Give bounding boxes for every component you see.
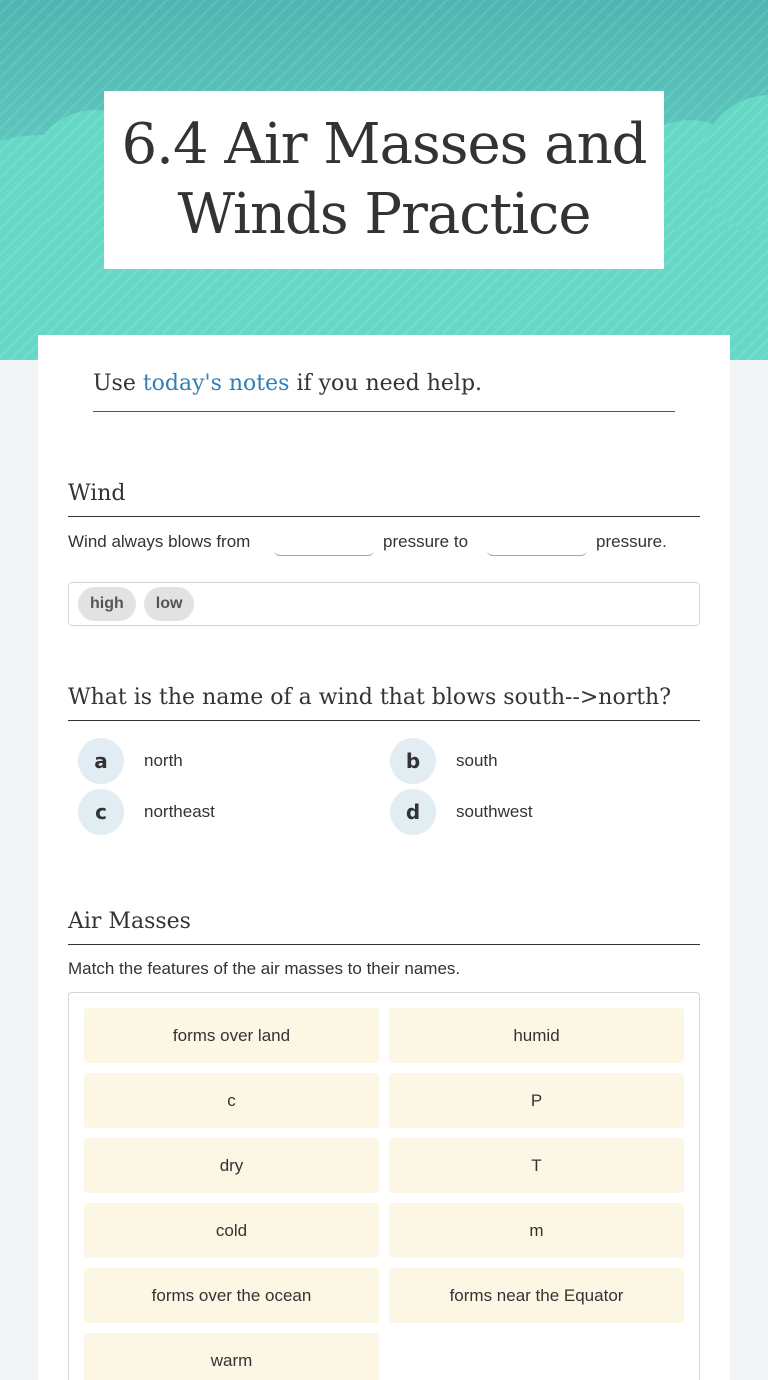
blank-input-2[interactable]	[487, 532, 587, 556]
help-instruction: Use today's notes if you need help.	[93, 371, 675, 412]
air-masses-instruction: Match the features of the air masses to …	[68, 959, 461, 978]
match-card[interactable]: c	[84, 1073, 379, 1128]
option-label: northeast	[144, 802, 215, 821]
notes-link[interactable]: today's notes	[143, 371, 290, 396]
match-card[interactable]: forms over the ocean	[84, 1268, 379, 1323]
option-label: north	[144, 751, 183, 770]
option-d[interactable]: d southwest	[390, 789, 533, 835]
option-letter-badge: b	[390, 738, 436, 784]
air-masses-section-title: Air Masses	[68, 909, 700, 945]
option-letter-badge: c	[78, 789, 124, 835]
page-title: 6.4 Air Masses and Winds Practice	[121, 112, 648, 247]
question-title: What is the name of a wind that blows so…	[68, 685, 700, 721]
option-label: southwest	[456, 802, 533, 821]
match-card[interactable]: forms over land	[84, 1008, 379, 1063]
wind-section-title: Wind	[68, 481, 700, 517]
option-letter-badge: a	[78, 738, 124, 784]
instruction-prefix: Use	[93, 371, 143, 396]
wind-sentence-part3: pressure.	[596, 532, 667, 551]
wind-sentence-part2: pressure to	[383, 532, 469, 551]
worksheet: Use today's notes if you need help. Wind…	[38, 335, 730, 1380]
option-label: south	[456, 751, 498, 770]
word-bank: high low	[68, 582, 700, 626]
word-chip-high[interactable]: high	[78, 587, 136, 621]
match-card[interactable]: cold	[84, 1203, 379, 1258]
option-a[interactable]: a north	[78, 738, 183, 784]
match-card[interactable]: dry	[84, 1138, 379, 1193]
blank-input-1[interactable]	[274, 532, 374, 556]
title-card: 6.4 Air Masses and Winds Practice	[104, 91, 664, 269]
option-c[interactable]: c northeast	[78, 789, 215, 835]
wind-sentence-part1: Wind always blows from	[68, 532, 251, 551]
word-chip-low[interactable]: low	[143, 587, 195, 621]
match-card[interactable]: P	[389, 1073, 684, 1128]
match-card[interactable]: T	[389, 1138, 684, 1193]
matching-area: forms over land humid c P dry T cold m f…	[68, 992, 700, 1380]
match-card[interactable]: m	[389, 1203, 684, 1258]
option-letter-badge: d	[390, 789, 436, 835]
option-b[interactable]: b south	[390, 738, 498, 784]
match-card[interactable]: humid	[389, 1008, 684, 1063]
instruction-suffix: if you need help.	[289, 371, 483, 396]
match-card[interactable]: forms near the Equator	[389, 1268, 684, 1323]
match-card[interactable]: warm	[84, 1333, 379, 1380]
